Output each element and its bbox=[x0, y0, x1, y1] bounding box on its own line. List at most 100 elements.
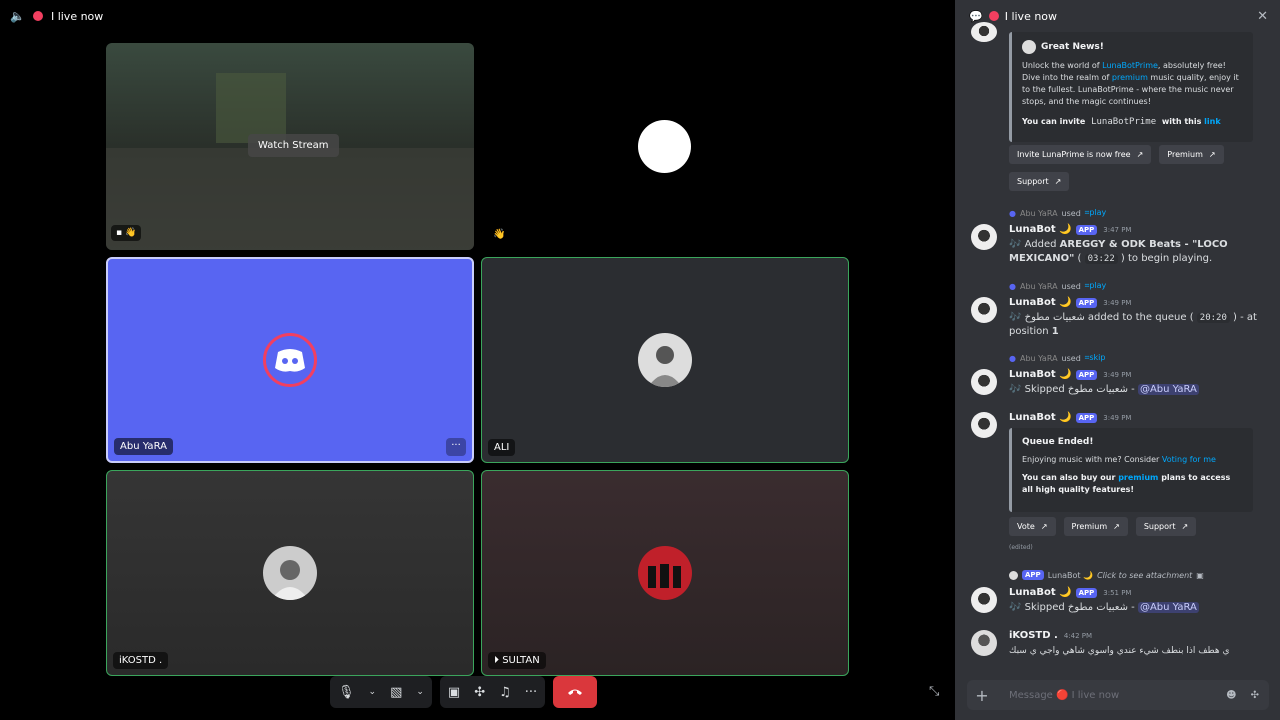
message-author[interactable]: LunaBot 🌙 APP 3:51 PM bbox=[1009, 587, 1131, 598]
camera-off-icon[interactable]: ▧ bbox=[390, 685, 402, 700]
add-attachment-icon[interactable]: + bbox=[967, 686, 997, 705]
message-time: 3:49 PM bbox=[1103, 299, 1132, 307]
screen-share-icon[interactable]: ▣ bbox=[448, 685, 460, 700]
support-button[interactable]: Support ↗ bbox=[1135, 517, 1197, 536]
ali-avatar bbox=[638, 333, 692, 387]
slash-command[interactable]: ⌗play bbox=[1085, 208, 1106, 218]
embed-title: Queue Ended! bbox=[1022, 437, 1094, 447]
message-author[interactable]: LunaBot 🌙 APP 3:49 PM bbox=[1009, 412, 1131, 423]
participant-name: ⏵ SULTAN bbox=[488, 652, 546, 669]
embed-description: Enjoying music with me? Consider Voting … bbox=[1022, 455, 1216, 464]
playstation-icon: ⏵ bbox=[494, 655, 503, 666]
message-content: 🎶 Added AREGGY & ODK Beats - "LOCO MEXIC… bbox=[1009, 239, 1228, 264]
activities-icon[interactable]: ✣ bbox=[474, 685, 485, 700]
invite-link[interactable]: link bbox=[1204, 117, 1221, 126]
message-content: ي هطف اذا بنطف شيء عندي واسوي شاهي واجي … bbox=[1009, 646, 1230, 656]
lunabot-avatar[interactable] bbox=[971, 369, 997, 395]
discord-small-icon: ● bbox=[1009, 353, 1016, 363]
chat-bubble-icon: 💬 bbox=[969, 9, 983, 23]
more-options-button[interactable]: ··· bbox=[446, 438, 466, 456]
bot-small-avatar-icon bbox=[1009, 570, 1018, 580]
external-link-icon: ↗ bbox=[1113, 522, 1120, 531]
white-circle-avatar bbox=[638, 120, 691, 173]
message-author[interactable]: LunaBot 🌙 APP 3:49 PM bbox=[1009, 369, 1131, 380]
queue-ended-embed: Queue Ended! Enjoying music with me? Con… bbox=[1009, 428, 1253, 512]
premium-link[interactable]: premium bbox=[1112, 73, 1148, 82]
chevron-down-icon[interactable]: ⌄ bbox=[369, 687, 377, 697]
message-content: 🎶 شعبيات مطوخ added to the queue ( 20:20… bbox=[1009, 312, 1257, 337]
promo-embed: Great News! Unlock the world of LunaBotP… bbox=[1009, 32, 1253, 142]
participant-tile-ikostd[interactable]: iKOSTD . bbox=[106, 470, 474, 676]
promo-buttons-row2: Support ↗ bbox=[1009, 172, 1070, 191]
microphone-icon[interactable]: 🎙 bbox=[338, 685, 355, 700]
message-input[interactable]: Message 🔴 I live now bbox=[997, 690, 1226, 701]
participant-tile-sultan[interactable]: ⏵ SULTAN bbox=[481, 470, 849, 676]
lunabot-avatar[interactable] bbox=[971, 587, 997, 613]
chevron-down-icon[interactable]: ⌄ bbox=[416, 687, 424, 697]
invite-button[interactable]: Invite LunaPrime is now free ↗ bbox=[1009, 145, 1152, 164]
app-badge: APP bbox=[1075, 413, 1098, 423]
app-badge: APP bbox=[1075, 370, 1098, 380]
close-icon[interactable]: ✕ bbox=[1257, 9, 1268, 24]
message-author[interactable]: LunaBot 🌙 APP 3:49 PM bbox=[1009, 297, 1131, 308]
stream-tile[interactable]: Watch Stream ▪ 👋 bbox=[106, 43, 474, 250]
exit-fullscreen-icon[interactable]: ⤡ bbox=[929, 684, 939, 699]
more-icon[interactable]: ··· bbox=[525, 685, 537, 700]
apps-icon[interactable]: ✣ bbox=[1251, 690, 1259, 701]
message-composer[interactable]: + Message 🔴 I live now ☻ ✣ bbox=[967, 680, 1269, 710]
embed-premium-line: You can also buy our premium plans to ac… bbox=[1022, 473, 1231, 494]
message-content: 🎶 Skipped شعبيات مطوخ - @Abu YaRA bbox=[1009, 602, 1199, 613]
lunabot-avatar[interactable] bbox=[971, 224, 997, 250]
message-author[interactable]: LunaBot 🌙 APP 3:47 PM bbox=[1009, 224, 1131, 235]
slash-command[interactable]: ⌗skip bbox=[1085, 353, 1106, 363]
voting-link[interactable]: Voting for me bbox=[1162, 455, 1216, 464]
message-time: 3:49 PM bbox=[1103, 371, 1132, 379]
external-link-icon: ↗ bbox=[1040, 522, 1048, 531]
camera-tile-empty[interactable]: 👋 bbox=[481, 43, 849, 250]
reply-preview[interactable]: APP LunaBot 🌙 Click to see attachment ▣ bbox=[1009, 570, 1204, 580]
reply-preview[interactable]: ● Abu YaRA used ⌗skip bbox=[1009, 353, 1105, 363]
premium-button[interactable]: Premium ↗ bbox=[1063, 517, 1128, 536]
app-badge: APP bbox=[1075, 588, 1098, 598]
reply-preview[interactable]: ● Abu YaRA used ⌗play bbox=[1009, 208, 1106, 218]
message-content: 🎶 Skipped شعبيات مطوخ - @Abu YaRA bbox=[1009, 384, 1199, 395]
support-button[interactable]: Support ↗ bbox=[1009, 172, 1070, 191]
watch-stream-button[interactable]: Watch Stream bbox=[248, 134, 339, 157]
user-mention[interactable]: @Abu YaRA bbox=[1137, 602, 1199, 613]
premium-button[interactable]: Premium ↗ bbox=[1159, 145, 1224, 164]
call-area: 🔈 I live now Watch Stream ▪ 👋 👋 Abu YaRA… bbox=[0, 0, 955, 720]
lunabotprime-link[interactable]: LunaBotPrime bbox=[1102, 61, 1158, 70]
premium-link[interactable]: premium bbox=[1118, 473, 1158, 482]
message-time: 3:51 PM bbox=[1103, 589, 1132, 597]
ikostd-avatar bbox=[263, 546, 317, 600]
participant-tile-ali[interactable]: ALI bbox=[481, 257, 849, 463]
external-link-icon: ↗ bbox=[1208, 150, 1216, 159]
app-badge: APP bbox=[1075, 298, 1098, 308]
user-mention[interactable]: @Abu YaRA bbox=[1137, 384, 1199, 395]
disconnect-button[interactable] bbox=[553, 676, 598, 708]
reply-preview[interactable]: ● Abu YaRA used ⌗play bbox=[1009, 281, 1106, 291]
soundboard-icon[interactable]: ♫ bbox=[499, 685, 511, 700]
ikostd-avatar[interactable] bbox=[971, 630, 997, 656]
vote-button[interactable]: Vote ↗ bbox=[1009, 517, 1056, 536]
message-author[interactable]: iKOSTD . 4:42 PM bbox=[1009, 630, 1092, 641]
lunabot-avatar[interactable] bbox=[971, 297, 997, 323]
queue-buttons: Vote ↗ Premium ↗ Support ↗ bbox=[1009, 517, 1197, 536]
live-dot-icon bbox=[988, 11, 999, 21]
external-link-icon: ↗ bbox=[1054, 177, 1062, 186]
participant-name: iKOSTD . bbox=[113, 652, 169, 669]
embed-title: Great News! bbox=[1041, 42, 1104, 52]
emoji-icon[interactable]: ☻ bbox=[1226, 690, 1236, 701]
chat-header: 💬 I live now ✕ bbox=[955, 0, 1280, 32]
audio-video-group: 🎙 ⌄ ▧ ⌄ bbox=[330, 676, 432, 708]
wave-emoji-icon: 👋 bbox=[493, 229, 506, 240]
slash-command[interactable]: ⌗play bbox=[1085, 281, 1106, 291]
call-controls: 🎙 ⌄ ▧ ⌄ ▣ ✣ ♫ ··· bbox=[330, 676, 598, 708]
message-time: 4:42 PM bbox=[1063, 632, 1093, 640]
lunabot-avatar[interactable] bbox=[971, 412, 997, 438]
edited-label: (edited) bbox=[1009, 544, 1033, 551]
participant-tile-abu-yara[interactable]: Abu YaRA ··· bbox=[106, 257, 474, 463]
channel-name: I live now bbox=[50, 9, 104, 23]
speaker-icon[interactable]: 🔈 bbox=[10, 9, 25, 23]
message-time: 3:49 PM bbox=[1103, 414, 1132, 422]
